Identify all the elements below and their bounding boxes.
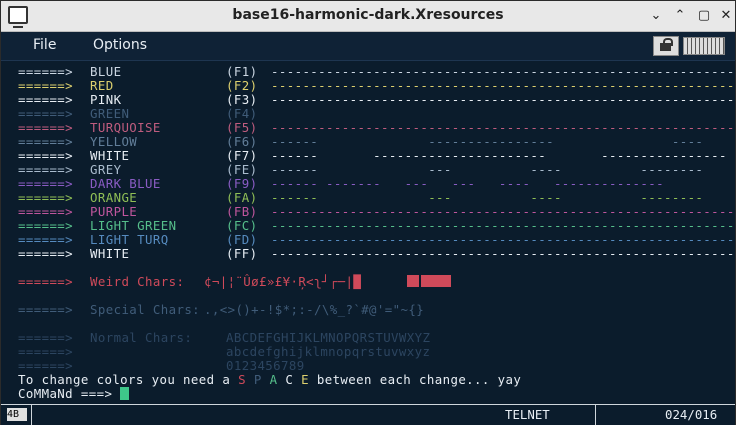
special-chars: .,<>()+-!$*;:-/\%_?`#@'="~{}: [204, 302, 425, 317]
status-telnet: TELNET: [505, 407, 550, 422]
keyboard-lock-icon[interactable]: [653, 36, 679, 56]
color-row-bar: ----------------------------------------…: [271, 218, 735, 233]
color-row-name: LIGHT GREEN: [90, 218, 177, 233]
color-row-key: (F6): [226, 134, 258, 149]
color-row-bar: ------ ------- --- --- ---- ------------…: [271, 176, 664, 191]
color-row-key: (FC): [226, 218, 258, 233]
space-letter-a: A: [269, 372, 278, 387]
color-row-arrow: ======>: [18, 162, 74, 177]
color-row-arrow: ======>: [18, 148, 74, 163]
color-row-name: WHITE: [90, 246, 130, 261]
color-row-name: PURPLE: [90, 204, 138, 219]
close-button[interactable]: ✕: [717, 7, 735, 25]
keyboard-icon[interactable]: [683, 37, 725, 55]
color-row-bar: ----------------------------------------…: [271, 64, 735, 79]
color-row-arrow: ======>: [18, 106, 74, 121]
maximize-button[interactable]: ⌃: [671, 7, 689, 25]
color-row-bar: ----------------------------------------…: [271, 204, 735, 219]
color-row-key: (FD): [226, 232, 258, 247]
color-row-key: (FF): [226, 246, 258, 261]
color-row-name: LIGHT TURQ: [90, 232, 169, 247]
normal-label: Normal Chars:: [90, 330, 193, 345]
color-row-key: (F3): [226, 92, 258, 107]
command-prompt[interactable]: CoMMaNd ===>: [18, 386, 130, 401]
terminal-screen[interactable]: ======> BLUE (F1) -------------------------…: [7, 61, 734, 403]
status-icon: 4B: [7, 408, 27, 421]
cursor-position: 024/016: [665, 407, 718, 422]
title-bar[interactable]: base16-harmonic-dark.Xresources ⌄ ⌃ ▢ ✕: [1, 1, 735, 32]
color-row-arrow: ======>: [18, 218, 74, 233]
color-row-key: (FB): [226, 204, 258, 219]
color-row-key: (F9): [226, 176, 258, 191]
color-row-name: BLUE: [90, 64, 122, 79]
color-row-name: DARK BLUE: [90, 176, 161, 191]
normal-arrow-3: ======>: [18, 358, 74, 373]
terminal-window: base16-harmonic-dark.Xresources ⌄ ⌃ ▢ ✕ …: [0, 0, 736, 425]
color-row-bar: ----------------------------------------…: [271, 92, 735, 107]
color-row-name: GREY: [90, 162, 122, 177]
status-bar: 4B TELNET 024/016: [1, 404, 735, 425]
color-row-key: (FA): [226, 190, 258, 205]
menu-bar: File Options: [1, 32, 735, 61]
color-row-arrow: ======>: [18, 204, 74, 219]
color-row-key: (F1): [226, 64, 258, 79]
instruction-before: To change colors you need a: [18, 372, 231, 387]
space-letter-p: P: [253, 372, 262, 387]
color-row-bar: ------ --- ---- --------: [271, 190, 704, 205]
color-row-bar: ----------------------------------------…: [271, 120, 735, 135]
weird-arrow: ======>: [18, 274, 74, 289]
color-row-bar: ----------------------------------------…: [271, 78, 735, 93]
color-row-key: (F5): [226, 120, 258, 135]
color-row-arrow: ======>: [18, 134, 74, 149]
color-row-arrow: ======>: [18, 246, 74, 261]
color-row-name: GREEN: [90, 106, 130, 121]
minimize-button[interactable]: ⌄: [647, 7, 665, 25]
weird-label: Weird Chars:: [90, 274, 185, 289]
color-row-arrow: ======>: [18, 92, 74, 107]
color-row-bar: ----------------------------------------…: [271, 232, 735, 247]
menu-file[interactable]: File: [33, 37, 56, 53]
color-row-key: (F7): [226, 148, 258, 163]
color-row-key: (F2): [226, 78, 258, 93]
color-row-arrow: ======>: [18, 232, 74, 247]
color-row-arrow: ======>: [18, 78, 74, 93]
color-row-arrow: ======>: [18, 64, 74, 79]
color-row-name: RED: [90, 78, 114, 93]
color-row-name: YELLOW: [90, 134, 138, 149]
text-cursor: [120, 387, 130, 400]
color-row-bar: ----------------------------------------…: [271, 246, 735, 261]
weird-blocks: [407, 275, 451, 289]
color-row-name: WHITE: [90, 148, 130, 163]
color-row-bar: ------ ---------------------- ----------…: [271, 148, 727, 163]
color-row-arrow: ======>: [18, 120, 74, 135]
space-letter-e: E: [301, 372, 309, 387]
color-row-arrow: ======>: [18, 190, 74, 205]
weird-chars: ¢¬|¦¨Ûø£»£¥·Ŗ<ʅ┘┌─|█: [204, 274, 362, 289]
color-row-key: (FE): [226, 162, 258, 177]
instruction-line: To change colors you need a S P A C E be…: [18, 373, 521, 387]
color-row-bar: ------ --- ---- --------: [271, 162, 704, 177]
space-letter-c: C: [285, 372, 294, 387]
normal-lower: abcdefghijklmnopqrstuvwxyz: [226, 344, 431, 359]
special-arrow: ======>: [18, 302, 74, 317]
command-prompt-label: CoMMaNd ===>: [18, 386, 121, 401]
special-label: Special Chars:: [90, 302, 201, 317]
instruction-after: between each change... yay: [316, 372, 522, 387]
normal-digits: 0123456789: [226, 358, 305, 373]
normal-arrow: ======>: [18, 330, 74, 345]
normal-arrow-2: ======>: [18, 344, 74, 359]
color-row-key: (F4): [226, 106, 258, 121]
status-divider: [595, 405, 596, 425]
restore-button[interactable]: ▢: [695, 7, 713, 25]
color-row-name: ORANGE: [90, 190, 138, 205]
color-row-name: TURQUOISE: [90, 120, 161, 135]
window-title: base16-harmonic-dark.Xresources: [232, 7, 504, 23]
color-row-name: PINK: [90, 92, 122, 107]
space-letter-s: S: [238, 372, 246, 387]
menu-options[interactable]: Options: [93, 37, 147, 53]
color-row-arrow: ======>: [18, 176, 74, 191]
color-row-bar: ------ ---------------- ----: [271, 134, 704, 149]
status-divider: [31, 405, 32, 425]
normal-upper: ABCDEFGHIJKLMNOPQRSTUVWXYZ: [226, 330, 431, 345]
